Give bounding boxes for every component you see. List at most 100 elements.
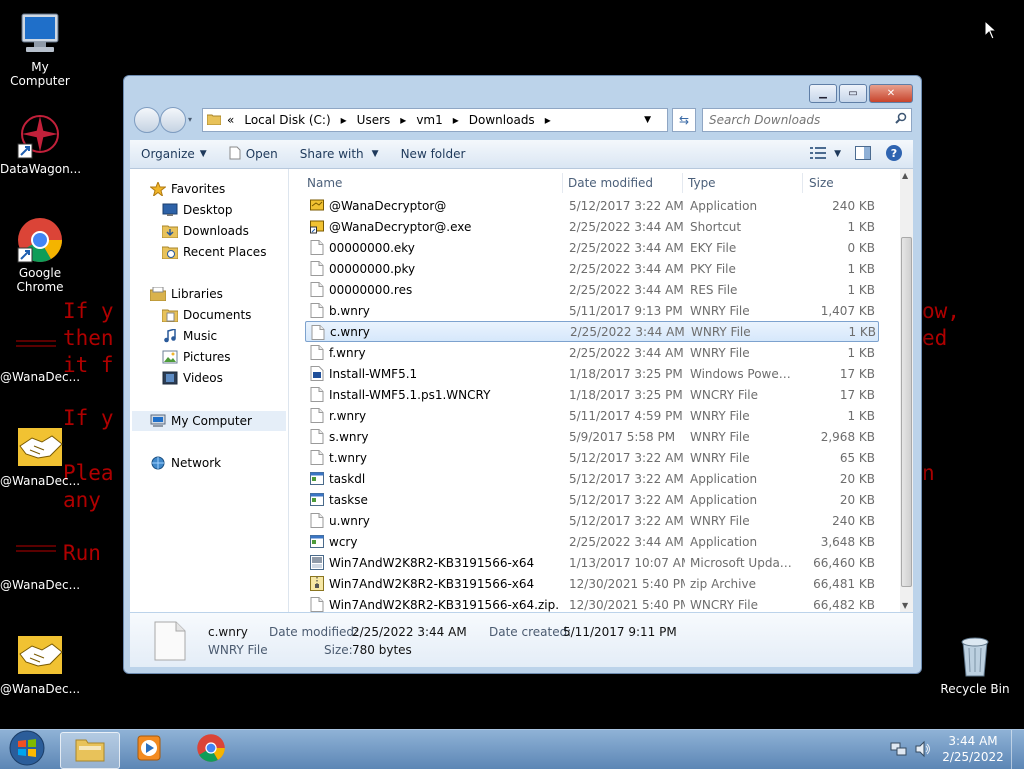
nav-videos[interactable]: Videos bbox=[162, 368, 223, 388]
breadcrumb-separator-icon[interactable]: ▸ bbox=[545, 113, 551, 127]
file-name: wcry bbox=[329, 534, 358, 549]
desktop-icon-wanadecryptor-2[interactable]: @WanaDec... bbox=[0, 424, 80, 488]
nav-downloads[interactable]: Downloads bbox=[161, 221, 249, 241]
file-row[interactable]: wcry 2/25/2022 3:44 AM Application 3,648 KB bbox=[305, 531, 879, 552]
scroll-down-icon[interactable]: ▼ bbox=[902, 601, 908, 610]
breadcrumb-downloads[interactable]: Downloads bbox=[469, 113, 535, 127]
breadcrumb-prefix[interactable]: « bbox=[227, 113, 234, 127]
scroll-up-icon[interactable]: ▲ bbox=[902, 171, 908, 180]
vertical-scrollbar[interactable]: ▲ ▼ bbox=[900, 169, 913, 612]
volume-tray-icon[interactable] bbox=[914, 740, 932, 761]
column-header-date-modified[interactable]: Date modified bbox=[568, 173, 683, 193]
breadcrumb-separator-icon[interactable]: ▸ bbox=[453, 113, 459, 127]
open-button[interactable]: Open bbox=[218, 146, 289, 163]
maximize-button[interactable]: ▭ bbox=[839, 84, 867, 103]
file-size: 1 KB bbox=[848, 324, 876, 339]
file-date-modified: 2/25/2022 3:44 AM bbox=[570, 324, 685, 339]
file-row[interactable]: taskse 5/12/2017 3:22 AM Application 20 KB bbox=[305, 489, 879, 510]
refresh-button[interactable]: ⇆ bbox=[672, 108, 696, 132]
search-input[interactable] bbox=[703, 109, 891, 131]
search-box[interactable] bbox=[702, 108, 912, 132]
search-icon[interactable] bbox=[895, 112, 907, 127]
taskbar-clock[interactable]: 3:44 AM 2/25/2022 bbox=[940, 734, 1006, 764]
file-row[interactable]: 00000000.eky 2/25/2022 3:44 AM EKY File 0 K… bbox=[305, 237, 879, 258]
taskbar-explorer-button[interactable] bbox=[60, 732, 120, 769]
column-header-type[interactable]: Type bbox=[688, 173, 803, 193]
file-row[interactable]: Win7AndW2K8R2-KB3191566-x64 1/13/2017 10:… bbox=[305, 552, 879, 573]
new-folder-button[interactable]: New folder bbox=[390, 147, 477, 161]
nav-favorites[interactable]: Favorites bbox=[149, 179, 225, 199]
nav-documents[interactable]: Documents bbox=[161, 305, 251, 325]
file-row[interactable]: f.wnry 2/25/2022 3:44 AM WNRY File 1 KB bbox=[305, 342, 879, 363]
file-row[interactable]: s.wnry 5/9/2017 5:58 PM WNRY File 2,968 KB bbox=[305, 426, 879, 447]
taskbar-chrome-button[interactable] bbox=[182, 732, 240, 767]
file-size: 240 KB bbox=[832, 513, 875, 528]
file-row[interactable]: Install-WMF5.1.ps1.WNCRY 1/18/2017 3:25 P… bbox=[305, 384, 879, 405]
file-name: Win7AndW2K8R2-KB3191566-x64 bbox=[329, 576, 535, 591]
nav-desktop[interactable]: Desktop bbox=[162, 200, 233, 220]
nav-pictures[interactable]: Pictures bbox=[162, 347, 231, 367]
forward-button[interactable] bbox=[160, 107, 186, 133]
column-header-name[interactable]: Name bbox=[307, 173, 563, 193]
file-row[interactable]: 00000000.res 2/25/2022 3:44 AM RES File 1 K… bbox=[305, 279, 879, 300]
file-row[interactable]: Win7AndW2K8R2-KB3191566-x64 12/30/2021 5:… bbox=[305, 573, 879, 594]
exe-icon bbox=[310, 492, 324, 507]
taskbar-media-player-button[interactable] bbox=[121, 732, 179, 767]
file-row[interactable]: taskdl 5/12/2017 3:22 AM Application 20 KB bbox=[305, 468, 879, 489]
desktop-icon-wanadecryptor-1[interactable]: @WanaDec... bbox=[0, 370, 80, 384]
help-button[interactable]: ? bbox=[879, 144, 913, 165]
change-view-button[interactable]: ▼ bbox=[804, 146, 847, 162]
file-row[interactable]: @WanaDecryptor@ 5/12/2017 3:22 AM Applicat… bbox=[305, 195, 879, 216]
file-row[interactable]: Install-WMF5.1 1/18/2017 3:25 PM Windows P… bbox=[305, 363, 879, 384]
breadcrumb-separator-icon[interactable]: ▸ bbox=[341, 113, 347, 127]
file-row[interactable]: 00000000.pky 2/25/2022 3:44 AM PKY File 1 K… bbox=[305, 258, 879, 279]
organize-button[interactable]: Organize ▼ bbox=[130, 147, 218, 161]
file-row[interactable]: t.wnry 5/12/2017 3:22 AM WNRY File 65 KB bbox=[305, 447, 879, 468]
details-size-label: Size: bbox=[324, 643, 353, 657]
file-row[interactable]: c.wnry 2/25/2022 3:44 AM WNRY File 1 KB bbox=[305, 321, 879, 342]
wallpaper-line bbox=[16, 340, 56, 354]
start-button[interactable] bbox=[0, 730, 54, 767]
breadcrumb-users[interactable]: Users bbox=[357, 113, 391, 127]
nav-network[interactable]: Network bbox=[150, 453, 221, 473]
column-header-size[interactable]: Size bbox=[809, 173, 881, 193]
desktop-icon-my-computer[interactable]: My Computer bbox=[0, 10, 80, 88]
close-button[interactable]: ✕ bbox=[869, 84, 913, 103]
file-type: WNRY File bbox=[690, 513, 750, 528]
desktop-icon-google-chrome[interactable]: Google Chrome bbox=[0, 216, 80, 294]
file-name: t.wnry bbox=[329, 450, 367, 465]
file-row[interactable]: Win7AndW2K8R2-KB3191566-x64.zip.WN... 12/… bbox=[305, 594, 879, 615]
desktop-icon-datawagon[interactable]: DataWagon... bbox=[0, 112, 81, 176]
svg-text:?: ? bbox=[891, 147, 897, 160]
computer-icon bbox=[150, 414, 166, 428]
documents-icon bbox=[161, 308, 179, 323]
scrollbar-thumb[interactable] bbox=[901, 237, 912, 587]
address-dropdown-icon[interactable]: ▼ bbox=[644, 115, 651, 125]
desktop-icon-wanadecryptor-3[interactable]: @WanaDec... bbox=[0, 578, 80, 592]
shortcut-icon bbox=[310, 219, 324, 234]
network-tray-icon[interactable] bbox=[890, 740, 908, 761]
desktop-icon-wanadecryptor-4[interactable]: @WanaDec... bbox=[0, 632, 80, 696]
nav-my-computer[interactable]: My Computer bbox=[150, 411, 252, 431]
nav-recent-places[interactable]: Recent Places bbox=[161, 242, 266, 262]
breadcrumb-vm1[interactable]: vm1 bbox=[416, 113, 442, 127]
back-button[interactable] bbox=[134, 107, 160, 133]
show-desktop-button[interactable] bbox=[1011, 730, 1024, 769]
file-row[interactable]: r.wnry 5/11/2017 4:59 PM WNRY File 1 KB bbox=[305, 405, 879, 426]
file-row[interactable]: u.wnry 5/12/2017 3:22 AM WNRY File 240 KB bbox=[305, 510, 879, 531]
recent-pages-chevron-icon[interactable]: ▾ bbox=[188, 115, 192, 124]
nav-libraries[interactable]: Libraries bbox=[149, 284, 223, 304]
address-bar[interactable]: « Local Disk (C:) ▸ Users ▸ vm1 ▸ Downloads… bbox=[202, 108, 668, 132]
nav-music[interactable]: Music bbox=[162, 326, 217, 346]
share-with-button[interactable]: Share with ▼ bbox=[289, 147, 390, 161]
pictures-icon bbox=[162, 350, 178, 364]
breadcrumb-local-disk[interactable]: Local Disk (C:) bbox=[244, 113, 330, 127]
preview-pane-button[interactable] bbox=[847, 145, 879, 163]
breadcrumb-separator-icon[interactable]: ▸ bbox=[400, 113, 406, 127]
file-icon bbox=[310, 408, 324, 423]
desktop-icon-recycle-bin[interactable]: Recycle Bin bbox=[935, 632, 1015, 696]
minimize-button[interactable]: ▁ bbox=[809, 84, 837, 103]
file-size: 1 KB bbox=[847, 345, 875, 360]
file-row[interactable]: b.wnry 5/11/2017 9:13 PM WNRY File 1,407 KB bbox=[305, 300, 879, 321]
file-row[interactable]: @WanaDecryptor@.exe 2/25/2022 3:44 AM Shor… bbox=[305, 216, 879, 237]
